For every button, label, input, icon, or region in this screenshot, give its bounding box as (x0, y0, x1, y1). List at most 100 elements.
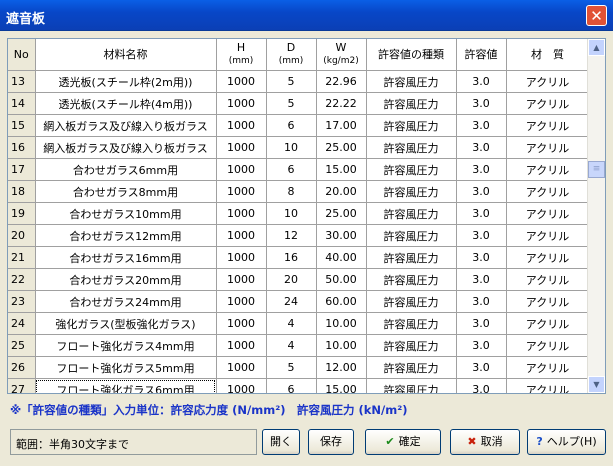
table-row[interactable]: 23 合わせガラス24mm用 1000 24 60.00 許容風圧力 3.0 アクリル (8, 290, 590, 313)
cell-type[interactable]: 許容風圧力 (366, 92, 457, 115)
cell-h[interactable]: 1000 (216, 268, 267, 291)
table-row[interactable]: 27 フロート強化ガラス6mm用 1000 6 15.00 許容風圧力 3.0 アクリル (8, 378, 590, 393)
cell-name[interactable]: 合わせガラス20mm用 (35, 268, 217, 291)
cell-material[interactable]: アクリル (506, 114, 590, 137)
table-row[interactable]: 26 フロート強化ガラス5mm用 1000 5 12.00 許容風圧力 3.0 アクリル (8, 356, 590, 379)
cell-value[interactable]: 3.0 (456, 268, 507, 291)
cell-material[interactable]: アクリル (506, 290, 590, 313)
cell-value[interactable]: 3.0 (456, 92, 507, 115)
cell-type[interactable]: 許容風圧力 (366, 136, 457, 159)
cell-w[interactable]: 20.00 (316, 180, 367, 203)
open-button[interactable]: 開く (262, 429, 300, 455)
cell-d[interactable]: 6 (266, 158, 317, 181)
cell-d[interactable]: 24 (266, 290, 317, 313)
cell-value[interactable]: 3.0 (456, 114, 507, 137)
table-row[interactable]: 22 合わせガラス20mm用 1000 20 50.00 許容風圧力 3.0 アクリル (8, 268, 590, 291)
cell-value[interactable]: 3.0 (456, 290, 507, 313)
cell-name[interactable]: フロート強化ガラス6mm用 (35, 378, 217, 393)
cell-type[interactable]: 許容風圧力 (366, 356, 457, 379)
cell-w[interactable]: 22.22 (316, 92, 367, 115)
cell-material[interactable]: アクリル (506, 180, 590, 203)
cell-w[interactable]: 10.00 (316, 312, 367, 335)
cell-d[interactable]: 4 (266, 334, 317, 357)
cell-h[interactable]: 1000 (216, 158, 267, 181)
table-row[interactable]: 13 透光板(スチール枠(2m用)) 1000 5 22.96 許容風圧力 3.0 アクリル (8, 70, 590, 93)
vertical-scrollbar[interactable]: ▲ ≡ ▼ (587, 39, 605, 393)
cell-h[interactable]: 1000 (216, 334, 267, 357)
cell-name[interactable]: 合わせガラス24mm用 (35, 290, 217, 313)
cell-value[interactable]: 3.0 (456, 312, 507, 335)
cell-d[interactable]: 4 (266, 312, 317, 335)
cell-w[interactable]: 25.00 (316, 136, 367, 159)
cell-name[interactable]: 合わせガラス10mm用 (35, 202, 217, 225)
table-row[interactable]: 25 フロート強化ガラス4mm用 1000 4 10.00 許容風圧力 3.0 アクリル (8, 334, 590, 357)
cell-value[interactable]: 3.0 (456, 334, 507, 357)
cell-h[interactable]: 1000 (216, 92, 267, 115)
cell-h[interactable]: 1000 (216, 114, 267, 137)
cell-material[interactable]: アクリル (506, 246, 590, 269)
cell-h[interactable]: 1000 (216, 378, 267, 393)
cell-w[interactable]: 15.00 (316, 378, 367, 393)
cell-d[interactable]: 6 (266, 114, 317, 137)
cell-w[interactable]: 10.00 (316, 334, 367, 357)
cell-type[interactable]: 許容風圧力 (366, 268, 457, 291)
cell-h[interactable]: 1000 (216, 312, 267, 335)
cell-w[interactable]: 22.96 (316, 70, 367, 93)
cell-name[interactable]: 合わせガラス12mm用 (35, 224, 217, 247)
cell-material[interactable]: アクリル (506, 356, 590, 379)
ok-button[interactable]: ✔ 確定 (365, 429, 441, 455)
cell-type[interactable]: 許容風圧力 (366, 114, 457, 137)
table-row[interactable]: 20 合わせガラス12mm用 1000 12 30.00 許容風圧力 3.0 アクリル (8, 224, 590, 247)
cancel-button[interactable]: ✖ 取消 (450, 429, 520, 455)
cell-h[interactable]: 1000 (216, 290, 267, 313)
cell-value[interactable]: 3.0 (456, 158, 507, 181)
cell-value[interactable]: 3.0 (456, 70, 507, 93)
cell-type[interactable]: 許容風圧力 (366, 158, 457, 181)
cell-material[interactable]: アクリル (506, 334, 590, 357)
cell-d[interactable]: 12 (266, 224, 317, 247)
cell-w[interactable]: 40.00 (316, 246, 367, 269)
cell-type[interactable]: 許容風圧力 (366, 290, 457, 313)
cell-type[interactable]: 許容風圧力 (366, 378, 457, 393)
cell-material[interactable]: アクリル (506, 92, 590, 115)
cell-material[interactable]: アクリル (506, 136, 590, 159)
cell-w[interactable]: 60.00 (316, 290, 367, 313)
cell-type[interactable]: 許容風圧力 (366, 334, 457, 357)
cell-h[interactable]: 1000 (216, 70, 267, 93)
scroll-up-button[interactable]: ▲ (588, 39, 605, 56)
table-row[interactable]: 17 合わせガラス6mm用 1000 6 15.00 許容風圧力 3.0 アクリル (8, 158, 590, 181)
cell-d[interactable]: 5 (266, 70, 317, 93)
cell-h[interactable]: 1000 (216, 180, 267, 203)
cell-d[interactable]: 5 (266, 92, 317, 115)
cell-name[interactable]: 透光板(スチール枠(4m用)) (35, 92, 217, 115)
cell-type[interactable]: 許容風圧力 (366, 180, 457, 203)
table-row[interactable]: 21 合わせガラス16mm用 1000 16 40.00 許容風圧力 3.0 アクリル (8, 246, 590, 269)
cell-type[interactable]: 許容風圧力 (366, 312, 457, 335)
table-row[interactable]: 24 強化ガラス(型板強化ガラス) 1000 4 10.00 許容風圧力 3.0 アクリル (8, 312, 590, 335)
cell-d[interactable]: 16 (266, 246, 317, 269)
cell-value[interactable]: 3.0 (456, 356, 507, 379)
cell-w[interactable]: 30.00 (316, 224, 367, 247)
cell-value[interactable]: 3.0 (456, 202, 507, 225)
cell-material[interactable]: アクリル (506, 312, 590, 335)
cell-h[interactable]: 1000 (216, 356, 267, 379)
cell-name[interactable]: フロート強化ガラス4mm用 (35, 334, 217, 357)
cell-h[interactable]: 1000 (216, 246, 267, 269)
cell-d[interactable]: 5 (266, 356, 317, 379)
cell-d[interactable]: 6 (266, 378, 317, 393)
cell-name[interactable]: フロート強化ガラス5mm用 (35, 356, 217, 379)
cell-type[interactable]: 許容風圧力 (366, 70, 457, 93)
cell-material[interactable]: アクリル (506, 202, 590, 225)
cell-type[interactable]: 許容風圧力 (366, 224, 457, 247)
cell-d[interactable]: 8 (266, 180, 317, 203)
cell-value[interactable]: 3.0 (456, 180, 507, 203)
cell-material[interactable]: アクリル (506, 268, 590, 291)
cell-name[interactable]: 透光板(スチール枠(2m用)) (35, 70, 217, 93)
cell-d[interactable]: 10 (266, 136, 317, 159)
close-button[interactable]: ✕ (586, 5, 607, 26)
table-row[interactable]: 16 網入板ガラス及び線入り板ガラス 1000 10 25.00 許容風圧力 3.0 アクリル (8, 136, 590, 159)
cell-type[interactable]: 許容風圧力 (366, 246, 457, 269)
cell-name[interactable]: 合わせガラス6mm用 (35, 158, 217, 181)
cell-value[interactable]: 3.0 (456, 136, 507, 159)
table-row[interactable]: 18 合わせガラス8mm用 1000 8 20.00 許容風圧力 3.0 アクリル (8, 180, 590, 203)
